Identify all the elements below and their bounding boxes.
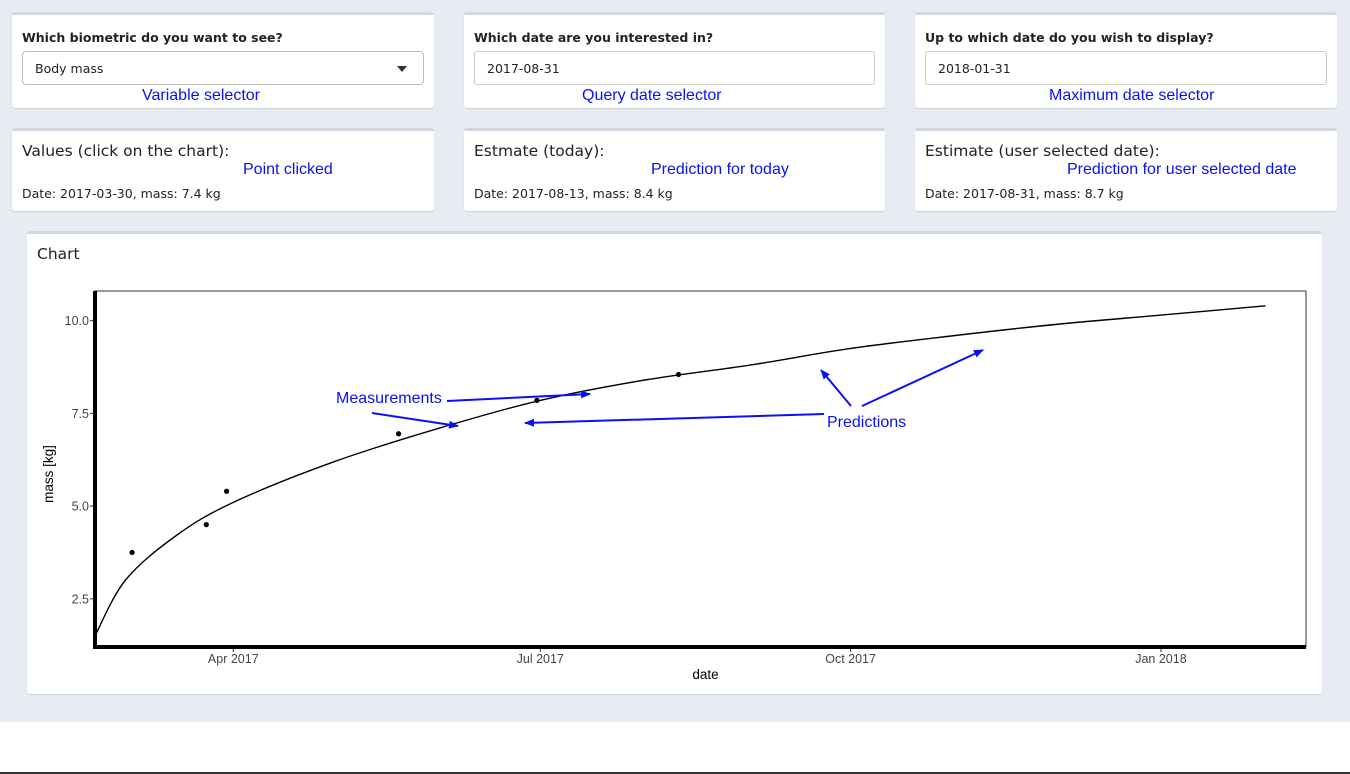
estimate-today-text: Date: 2017-08-13, mass: 8.4 kg <box>474 186 673 201</box>
max-date-annotation: Maximum date selector <box>1049 87 1215 104</box>
variable-selector-box: Which biometric do you want to see? Body… <box>12 12 434 108</box>
max-date-input[interactable]: 2018-01-31 <box>925 51 1327 85</box>
variable-select-value: Body mass <box>35 61 104 76</box>
clicked-values-box: Values (click on the chart): Point click… <box>12 128 434 211</box>
clicked-values-text: Date: 2017-03-30, mass: 7.4 kg <box>22 186 221 201</box>
max-date-box: Up to which date do you wish to display?… <box>915 12 1337 108</box>
query-date-value: 2017-08-31 <box>487 61 560 76</box>
estimate-user-date-box: Estimate (user selected date): Predictio… <box>915 128 1337 211</box>
clicked-values-title: Values (click on the chart): <box>22 142 230 160</box>
query-date-label: Which date are you interested in? <box>474 30 714 45</box>
max-date-label: Up to which date do you wish to display? <box>925 30 1214 45</box>
variable-selector-annotation: Variable selector <box>142 87 260 104</box>
query-date-annotation: Query date selector <box>582 87 722 104</box>
estimate-today-title: Estmate (today): <box>474 142 605 160</box>
estimate-user-date-title: Estimate (user selected date): <box>925 142 1160 160</box>
estimate-today-annotation: Prediction for today <box>651 161 789 178</box>
chart-panel-title: Chart <box>37 245 80 263</box>
max-date-value: 2018-01-31 <box>938 61 1011 76</box>
clicked-values-annotation: Point clicked <box>243 161 333 178</box>
chart-panel: Chart <box>27 231 1322 694</box>
variable-selector-label: Which biometric do you want to see? <box>22 30 283 45</box>
estimate-today-box: Estmate (today): Prediction for today Da… <box>464 128 885 211</box>
chevron-down-icon[interactable] <box>397 66 407 72</box>
query-date-input[interactable]: 2017-08-31 <box>474 51 875 85</box>
query-date-box: Which date are you interested in? 2017-0… <box>464 12 885 108</box>
estimate-user-date-text: Date: 2017-08-31, mass: 8.7 kg <box>925 186 1124 201</box>
estimate-user-date-annotation: Prediction for user selected date <box>1067 161 1297 178</box>
variable-select[interactable]: Body mass <box>22 51 424 85</box>
